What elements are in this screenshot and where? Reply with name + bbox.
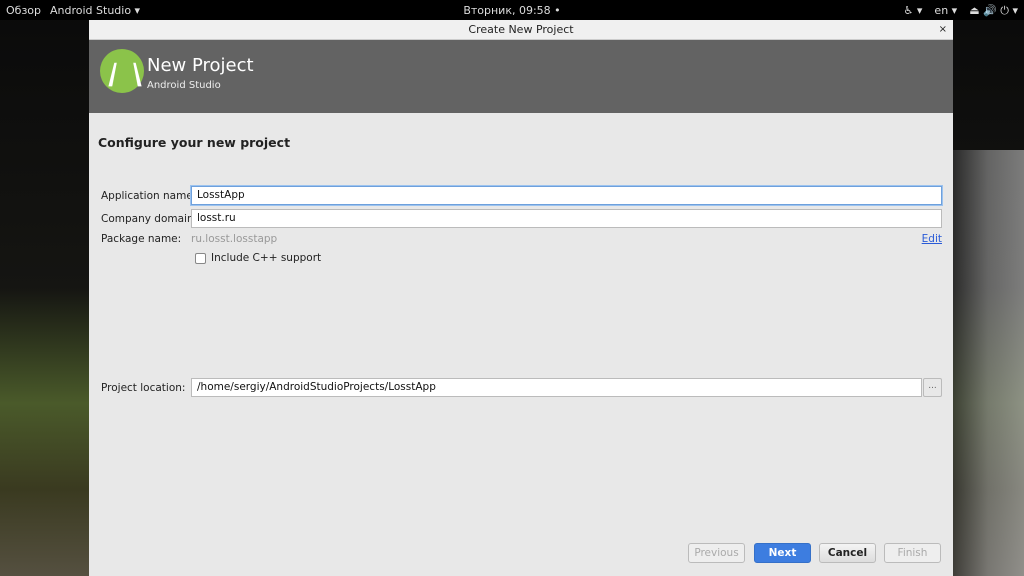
- accessibility-icon[interactable]: ♿ ▾: [904, 4, 923, 18]
- create-project-dialog: Create New Project × New Project Android …: [89, 20, 953, 576]
- browse-button[interactable]: ...: [923, 378, 942, 397]
- header-banner: New Project Android Studio: [89, 40, 953, 113]
- package-name-value: ru.losst.losstapp: [191, 233, 278, 245]
- finish-button[interactable]: Finish: [884, 543, 941, 563]
- system-menu[interactable]: ⏏ 🔊 ⏻ ▾: [969, 4, 1018, 18]
- previous-button[interactable]: Previous: [688, 543, 745, 563]
- project-location-label: Project location:: [101, 382, 186, 394]
- close-icon[interactable]: ×: [939, 20, 947, 40]
- next-button[interactable]: Next: [754, 543, 811, 563]
- title-bar: Create New Project ×: [89, 20, 953, 40]
- android-studio-logo-icon: [100, 49, 144, 93]
- checkbox-icon[interactable]: [195, 252, 206, 264]
- header-subtitle: Android Studio: [147, 80, 221, 91]
- company-domain-label: Company domain:: [101, 213, 198, 225]
- package-name-label: Package name:: [101, 233, 182, 245]
- dialog-title: Create New Project: [468, 23, 574, 36]
- cpp-support-checkbox[interactable]: Include C++ support: [195, 252, 321, 264]
- clock[interactable]: Вторник, 09:58 •: [0, 4, 1024, 17]
- company-domain-input[interactable]: losst.ru: [191, 209, 942, 228]
- app-name-label: Application name:: [101, 190, 197, 202]
- page-heading: Configure your new project: [98, 135, 291, 150]
- header-title: New Project: [147, 55, 254, 76]
- app-name-input[interactable]: LosstApp: [191, 186, 942, 205]
- cpp-label: Include C++ support: [211, 252, 322, 264]
- language-menu[interactable]: en ▾: [934, 4, 957, 18]
- top-bar: Обзор Android Studio ▾ Вторник, 09:58 • …: [0, 0, 1024, 20]
- cancel-button[interactable]: Cancel: [819, 543, 876, 563]
- wallpaper: [952, 150, 1024, 576]
- edit-package-link[interactable]: Edit: [922, 233, 942, 245]
- project-location-input[interactable]: /home/sergiy/AndroidStudioProjects/Losst…: [191, 378, 922, 397]
